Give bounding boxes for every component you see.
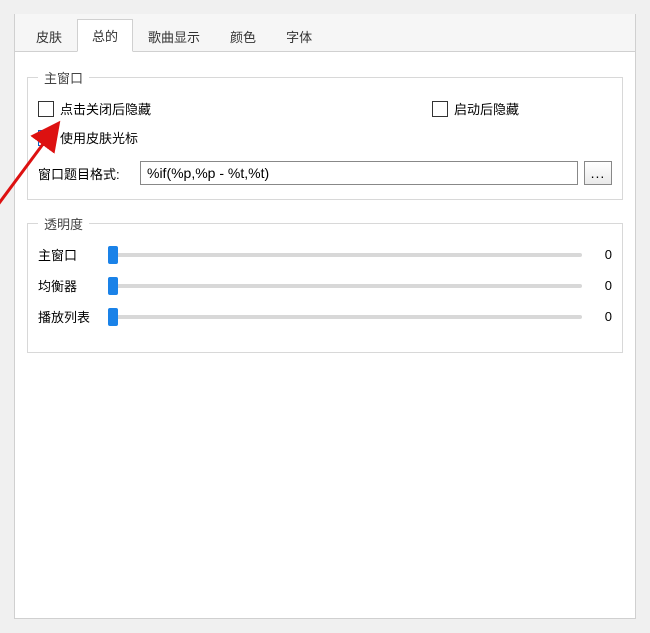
slider-playlist-thumb[interactable] (108, 308, 118, 326)
title-format-input[interactable] (140, 161, 578, 185)
settings-panel: 皮肤 总的 歌曲显示 颜色 字体 主窗口 点击关闭后隐藏 启动后隐藏 ✓ (14, 14, 636, 619)
slider-playlist-value: 0 (592, 309, 612, 324)
checkbox-hide-on-startup-label: 启动后隐藏 (454, 99, 519, 118)
title-format-browse-button[interactable]: ... (584, 161, 612, 185)
checkbox-hide-on-close[interactable] (38, 101, 54, 117)
checkbox-use-skin-cursor[interactable]: ✓ (38, 130, 54, 146)
slider-equalizer-thumb[interactable] (108, 277, 118, 295)
tab-font[interactable]: 字体 (271, 20, 327, 52)
group-transparency-legend: 透明度 (38, 214, 89, 233)
slider-main-window-value: 0 (592, 247, 612, 262)
group-main-window-legend: 主窗口 (38, 68, 89, 87)
checkbox-hide-on-close-label: 点击关闭后隐藏 (60, 99, 151, 118)
tab-content-general: 主窗口 点击关闭后隐藏 启动后隐藏 ✓ 使用皮肤光标 窗口题目格式: (15, 52, 635, 383)
slider-playlist[interactable] (108, 315, 582, 319)
checkbox-hide-on-startup[interactable] (432, 101, 448, 117)
slider-main-window-label: 主窗口 (38, 245, 98, 264)
group-transparency: 透明度 主窗口 0 均衡器 0 播放列表 0 (27, 214, 623, 353)
slider-equalizer-label: 均衡器 (38, 276, 98, 295)
slider-equalizer-value: 0 (592, 278, 612, 293)
tab-bar: 皮肤 总的 歌曲显示 颜色 字体 (15, 14, 635, 52)
tab-color[interactable]: 颜色 (215, 20, 271, 52)
slider-equalizer[interactable] (108, 284, 582, 288)
tab-general[interactable]: 总的 (77, 19, 133, 52)
title-format-label: 窗口题目格式: (38, 164, 140, 183)
checkbox-use-skin-cursor-label: 使用皮肤光标 (60, 128, 138, 147)
tab-song-display[interactable]: 歌曲显示 (133, 20, 215, 52)
group-main-window: 主窗口 点击关闭后隐藏 启动后隐藏 ✓ 使用皮肤光标 窗口题目格式: (27, 68, 623, 200)
slider-playlist-label: 播放列表 (38, 307, 98, 326)
tab-skin[interactable]: 皮肤 (21, 20, 77, 52)
slider-main-window[interactable] (108, 253, 582, 257)
slider-main-window-thumb[interactable] (108, 246, 118, 264)
